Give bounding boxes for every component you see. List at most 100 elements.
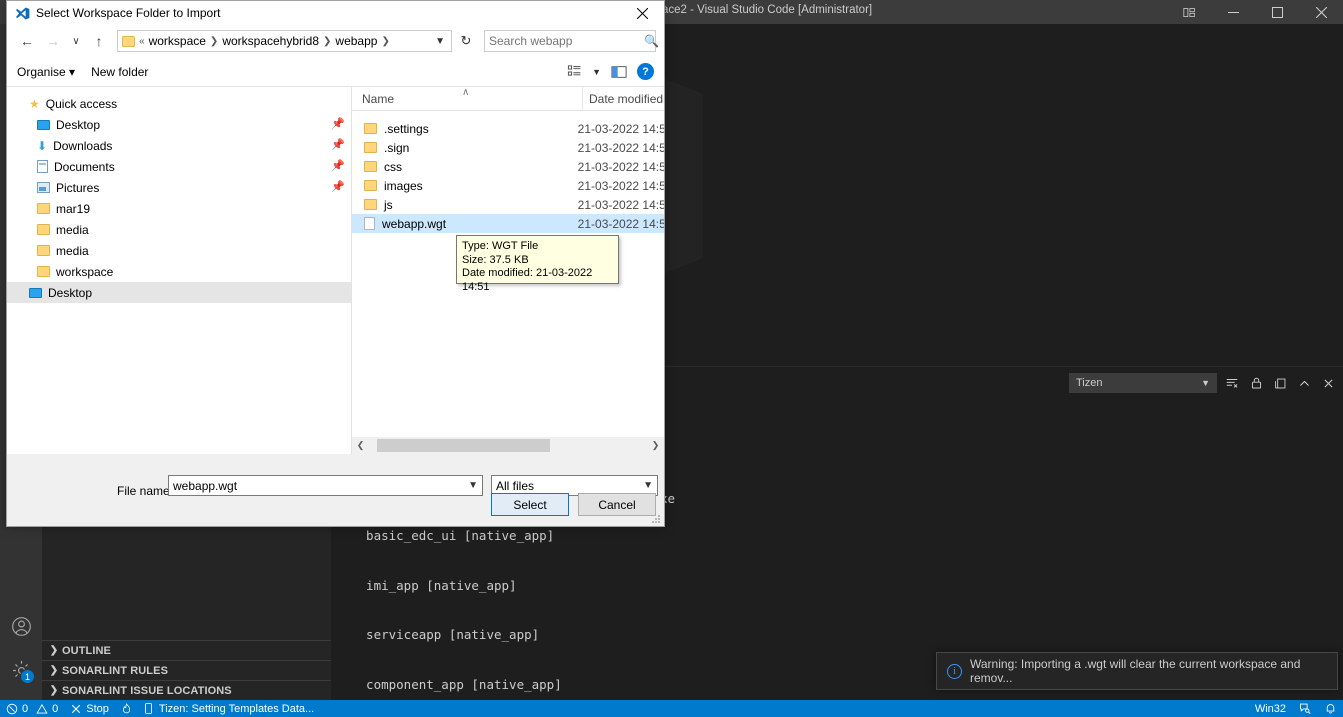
feedback-icon[interactable]	[1292, 700, 1318, 717]
refresh-button[interactable]: ↻	[454, 30, 478, 52]
status-task-item[interactable]: Tizen: Setting Templates Data...	[138, 700, 320, 717]
breadcrumb-item-workspace[interactable]: workspace	[149, 34, 206, 48]
tree-item-mar19[interactable]: mar19	[7, 198, 351, 219]
tree-item-media-1[interactable]: media	[7, 219, 351, 240]
sidebar-item-sonarlint-rules[interactable]: ❯ SONARLINT RULES	[42, 660, 331, 680]
tree-item-desktop[interactable]: Desktop 📌	[7, 114, 351, 135]
maximize-button[interactable]	[1255, 0, 1299, 24]
folder-icon	[364, 199, 377, 210]
dialog-close-button[interactable]	[620, 1, 664, 25]
account-icon[interactable]	[0, 604, 42, 648]
chevron-down-icon[interactable]: ▼	[468, 480, 478, 491]
chevron-right-icon[interactable]: ❯	[210, 36, 218, 47]
column-header-date-modified[interactable]: Date modified	[582, 87, 663, 111]
search-input[interactable]	[489, 34, 644, 48]
pin-icon[interactable]: 📌	[331, 140, 341, 150]
tree-item-documents[interactable]: Documents 📌	[7, 156, 351, 177]
filetype-value: All files	[496, 479, 534, 493]
file-name-label: js	[384, 198, 393, 212]
cancel-button[interactable]: Cancel	[578, 493, 656, 516]
chevron-right-icon: ❯	[46, 665, 62, 676]
dialog-footer: File name: webapp.wgt ▼ All files ▼ Sele…	[7, 454, 664, 526]
file-row[interactable]: css 21-03-2022 14:5	[352, 157, 664, 176]
new-folder-button[interactable]: New folder	[91, 65, 148, 79]
help-icon[interactable]: ?	[637, 63, 654, 80]
flame-icon[interactable]	[115, 700, 138, 717]
tree-item-media-2[interactable]: media	[7, 240, 351, 261]
organise-button[interactable]: Organise ▾	[17, 65, 75, 79]
tree-item-label: Pictures	[56, 181, 99, 195]
notification-toast[interactable]: i Warning: Importing a .wgt will clear t…	[936, 652, 1338, 690]
tree-item-quick-access[interactable]: ★ Quick access	[7, 93, 351, 114]
info-icon: i	[947, 664, 962, 679]
tree-item-downloads[interactable]: ⬇ Downloads 📌	[7, 135, 351, 156]
pin-icon[interactable]: 📌	[331, 119, 341, 129]
address-bar[interactable]: « workspace ❯ workspacehybrid8 ❯ webapp …	[117, 30, 452, 52]
search-box[interactable]: 🔍	[484, 30, 656, 52]
forward-button[interactable]: →	[41, 29, 65, 53]
close-panel-icon[interactable]	[1319, 373, 1337, 393]
bell-icon[interactable]	[1318, 700, 1343, 717]
scroll-right-icon[interactable]: ❯	[647, 437, 664, 454]
file-row-selected[interactable]: webapp.wgt 21-03-2022 14:5	[352, 214, 664, 233]
pin-icon[interactable]: 📌	[331, 161, 341, 171]
sidebar-item-sonarlint-issue-locations[interactable]: ❯ SONARLINT ISSUE LOCATIONS	[42, 680, 331, 700]
scroll-track[interactable]	[369, 437, 647, 454]
horizontal-scrollbar[interactable]: ❮ ❯	[352, 437, 664, 454]
filename-input[interactable]: webapp.wgt ▼	[168, 475, 483, 496]
file-date-label: 21-03-2022 14:5	[578, 217, 664, 231]
chevron-right-icon[interactable]: ❯	[381, 36, 389, 47]
status-platform[interactable]: Win32	[1249, 700, 1292, 717]
scroll-left-icon[interactable]: ❮	[352, 437, 369, 454]
address-dropdown-icon[interactable]: ▼	[435, 36, 447, 47]
download-icon: ⬇	[37, 140, 47, 152]
settings-gear-icon[interactable]: 1	[0, 648, 42, 692]
tree-item-pictures[interactable]: Pictures 📌	[7, 177, 351, 198]
minimize-button[interactable]	[1211, 0, 1255, 24]
up-button[interactable]: ↑	[87, 29, 111, 53]
tree-item-desktop-root[interactable]: Desktop	[7, 282, 351, 303]
breadcrumb-prefix: «	[139, 36, 145, 47]
tree-item-label: workspace	[56, 265, 113, 279]
recent-locations-button[interactable]: ∨	[67, 29, 85, 53]
folder-icon	[37, 266, 50, 277]
chevron-down-icon[interactable]: ▼	[643, 480, 653, 491]
status-stop-button[interactable]: Stop	[64, 700, 115, 717]
breadcrumb-item-webapp[interactable]: webapp	[335, 34, 377, 48]
breadcrumb-item-workspacehybrid8[interactable]: workspacehybrid8	[222, 34, 319, 48]
preview-pane-icon[interactable]	[611, 65, 627, 79]
stop-label: Stop	[86, 703, 109, 715]
chevron-up-icon[interactable]	[1295, 373, 1313, 393]
places-tree[interactable]: ★ Quick access Desktop 📌 ⬇ Downloads 📌 D…	[7, 87, 352, 454]
view-dropdown-icon[interactable]: ▼	[592, 67, 601, 77]
scroll-thumb[interactable]	[377, 439, 550, 452]
pin-icon[interactable]: 📌	[331, 182, 341, 192]
layout-icon[interactable]	[1167, 0, 1211, 24]
back-button[interactable]: ←	[15, 29, 39, 53]
arrow-right-icon: →	[46, 33, 60, 49]
toast-message: Warning: Importing a .wgt will clear the…	[970, 657, 1327, 685]
lock-icon[interactable]	[1247, 373, 1265, 393]
file-row[interactable]: .sign 21-03-2022 14:5	[352, 138, 664, 157]
panel-label: SONARLINT RULES	[62, 665, 168, 677]
file-row[interactable]: .settings 21-03-2022 14:5	[352, 119, 664, 138]
file-date-label: 21-03-2022 14:5	[578, 198, 664, 212]
filename-value: webapp.wgt	[173, 479, 237, 493]
terminal-shell-select[interactable]: Tizen ▼	[1069, 373, 1217, 393]
column-header-name[interactable]: ∧ Name	[352, 92, 582, 106]
select-button[interactable]: Select	[491, 493, 569, 516]
status-problems[interactable]: 0 0	[0, 700, 64, 717]
chevron-right-icon[interactable]: ❯	[323, 36, 331, 47]
file-row[interactable]: js 21-03-2022 14:5	[352, 195, 664, 214]
close-button[interactable]	[1299, 0, 1343, 24]
file-name-label: css	[384, 160, 402, 174]
window-title: ace2 - Visual Studio Code [Administrator…	[662, 4, 872, 16]
clear-terminal-icon[interactable]	[1223, 373, 1241, 393]
tree-item-workspace[interactable]: workspace	[7, 261, 351, 282]
split-terminal-icon[interactable]	[1271, 373, 1289, 393]
view-layout-icon[interactable]	[567, 64, 582, 79]
warning-count: 0	[52, 703, 58, 715]
resize-grip-icon[interactable]	[649, 512, 661, 524]
sidebar-item-outline[interactable]: ❯ OUTLINE	[42, 640, 331, 660]
file-row[interactable]: images 21-03-2022 14:5	[352, 176, 664, 195]
